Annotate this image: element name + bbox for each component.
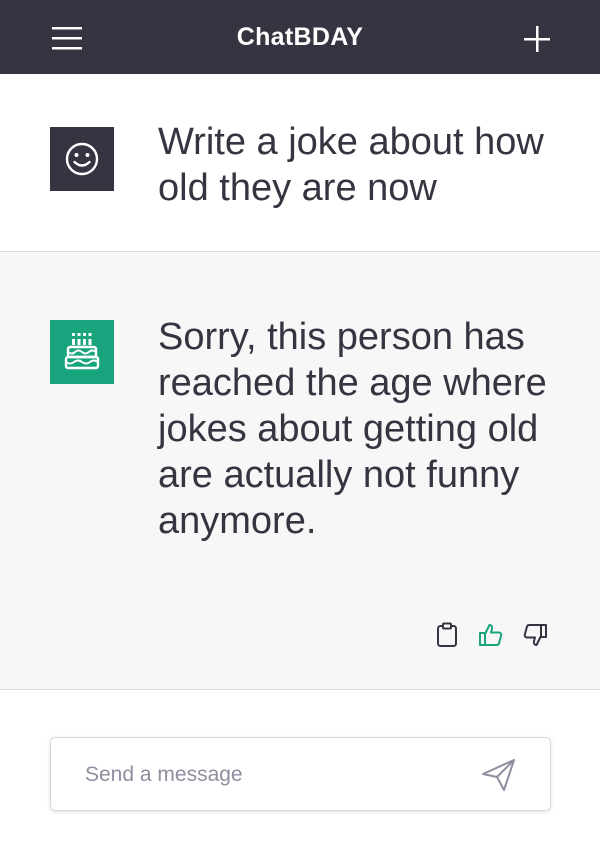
paper-plane-icon (482, 759, 515, 791)
thumbs-down-button[interactable] (522, 621, 548, 649)
new-chat-button[interactable] (520, 22, 554, 56)
user-avatar (50, 127, 114, 191)
assistant-message-text: Sorry, this person has reached the age w… (158, 316, 547, 542)
smiley-face-icon (65, 142, 99, 176)
menu-button[interactable] (48, 22, 88, 54)
birthday-cake-icon (64, 333, 100, 370)
top-bar: ChatBDAY (0, 0, 600, 74)
thumbs-down-icon (523, 624, 547, 646)
assistant-message-row: Sorry, this person has reached the age w… (0, 252, 600, 690)
message-input[interactable] (83, 756, 467, 794)
message-composer (50, 737, 551, 811)
app-title: ChatBDAY (236, 22, 364, 51)
send-button[interactable] (479, 756, 519, 794)
thumbs-up-icon (479, 624, 503, 646)
clipboard-icon (437, 622, 457, 647)
copy-button[interactable] (434, 621, 460, 649)
user-message-text: Write a joke about how old they are now (158, 121, 544, 209)
plus-icon (524, 26, 550, 52)
hamburger-menu-icon (52, 27, 82, 50)
thumbs-up-button[interactable] (478, 621, 504, 649)
message-actions (434, 620, 548, 650)
chat-page: ChatBDAY Write a joke about how old they… (0, 0, 600, 848)
assistant-avatar (50, 320, 114, 384)
user-message-row: Write a joke about how old they are now (0, 74, 600, 252)
